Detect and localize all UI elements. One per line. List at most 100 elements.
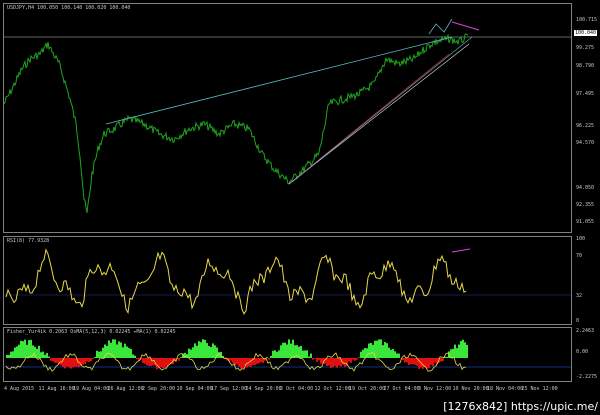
fisher-histogram-bar-negative [410, 358, 412, 365]
time-axis-label: 10 Nov 20:00 [452, 386, 489, 392]
fisher-histogram-bar-negative [240, 358, 242, 369]
time-axis-label: 4 Aug 2015 [4, 386, 35, 392]
fisher-histogram-bar-negative [338, 358, 340, 366]
fisher-histogram-bar-negative [52, 358, 54, 362]
fisher-histogram-bar-positive [286, 344, 288, 358]
fisher-histogram-bar-negative [142, 358, 144, 364]
time-axis-label: 26 Aug 12:00 [107, 386, 144, 392]
fisher-histogram-bar-positive [28, 340, 30, 358]
time-axis-label: 2 Sep 20:00 [142, 386, 176, 392]
fisher-histogram-bar-negative [148, 358, 150, 366]
fisher-histogram-bar-positive [96, 350, 98, 358]
fisher-histogram-bar-positive [388, 347, 390, 358]
fisher-histogram-bar-positive [18, 344, 20, 358]
price-axis-label: 94.050 [576, 185, 595, 191]
rsi-pane[interactable]: RSI(8) 77.9328 [3, 236, 572, 325]
fisher-histogram-bar-positive [24, 339, 26, 358]
rsi-axis-label: 70 [576, 253, 583, 259]
fisher-histogram-bar-negative [72, 358, 74, 368]
fisher-histogram-bar-positive [210, 346, 212, 358]
fisher-histogram-bar-negative [238, 358, 240, 367]
fisher-histogram-bar-positive [284, 342, 286, 358]
price-axis-label: 100.715 [576, 17, 598, 23]
time-axis-label: 17 Sep 12:00 [211, 386, 248, 392]
fisher-histogram-bar-negative [414, 358, 416, 365]
fisher-osma-pane[interactable]: Fisher_Yur4ik 0.2063 OsMA(5,12,3) 0.0224… [3, 327, 572, 382]
price-axis-label: 92.355 [576, 202, 595, 208]
fisher-histogram-bar-positive [446, 356, 448, 358]
fisher-histogram-bar-positive [462, 339, 464, 358]
fisher-histogram-bar-negative [242, 358, 244, 369]
fisher-histogram-bar-positive [118, 341, 120, 358]
fisher-histogram-bar-negative [166, 358, 168, 367]
fisher-histogram-bar-negative [236, 358, 238, 365]
fisher-histogram-bar-positive [282, 342, 284, 358]
fisher-histogram-bar-positive [114, 339, 116, 358]
fisher-histogram-bar-negative [136, 358, 138, 360]
fisher-histogram-bar-positive [454, 344, 456, 358]
fisher-histogram-bar-positive [30, 339, 32, 358]
zigzag-pattern [428, 18, 453, 35]
fisher-histogram-bar-negative [328, 358, 330, 366]
fisher-histogram-bar-negative [144, 358, 146, 364]
fisher-histogram-bar-negative [230, 358, 232, 361]
time-axis-label: 25 Nov 12:00 [521, 386, 558, 392]
fisher-histogram-bar-positive [196, 345, 198, 358]
rsi-chart-svg [4, 248, 571, 315]
fisher-histogram-bar-positive [288, 339, 290, 358]
watermark: [1276x842] https://upic.me/ [443, 400, 598, 413]
fisher-histogram-bar-positive [292, 339, 294, 358]
fisher-histogram-bar-negative [146, 358, 148, 366]
fisher-histogram-bar-positive [198, 341, 200, 358]
fisher-histogram-bar-positive [450, 349, 452, 358]
fisher-histogram-bar-negative [344, 358, 346, 367]
fisher-histogram-bar-negative [50, 358, 52, 361]
fisher-histogram-bar-positive [134, 355, 136, 358]
fisher-histogram-bar-negative [56, 358, 58, 363]
fisher-histogram-bar-positive [200, 342, 202, 358]
fisher-histogram-bar-negative [86, 358, 88, 362]
rsi-axis: 100 70 32 0 [574, 236, 600, 325]
rsi-axis-label: 32 [576, 293, 583, 299]
fisher-histogram-bar-positive [124, 343, 126, 358]
fisher-histogram-bar-positive [458, 344, 460, 358]
fisher-histogram-bar-negative [336, 358, 338, 368]
fisher-histogram-bar-negative [168, 358, 170, 365]
fisher-axis-label: 2.2463 [576, 328, 595, 334]
fisher-histogram-bar-negative [82, 358, 84, 365]
fisher-histogram-bar-negative [156, 358, 158, 370]
time-axis-label: 24 Sep 20:00 [245, 386, 282, 392]
fisher-histogram-bar-positive [278, 350, 280, 358]
fisher-histogram-bar-negative [352, 358, 354, 360]
fisher-histogram-bar-negative [334, 358, 336, 366]
price-line [4, 33, 469, 213]
fisher-histogram-bar-positive [36, 348, 38, 358]
fisher-histogram-bar-positive [396, 353, 398, 358]
fisher-histogram-bar-positive [128, 348, 130, 358]
fisher-histogram-bar-positive [194, 343, 196, 358]
fisher-histogram-bar-positive [130, 348, 132, 358]
fisher-histogram-bar-positive [180, 357, 182, 358]
fisher-histogram-bar-negative [66, 358, 68, 367]
fisher-histogram-bar-positive [108, 340, 110, 358]
fisher-histogram-bar-positive [206, 343, 208, 358]
price-chart-pane[interactable]: USDJPY,H4 100.050 100.140 100.020 100.04… [3, 3, 572, 233]
fisher-histogram-bar-positive [26, 344, 28, 358]
fisher-histogram-bar-negative [260, 358, 262, 363]
fisher-histogram-bar-positive [378, 339, 380, 358]
fisher-histogram-bar-positive [360, 351, 362, 358]
fisher-histogram-bar-positive [364, 348, 366, 358]
price-axis-label: 94.570 [576, 140, 595, 146]
fisher-histogram-bar-positive [126, 346, 128, 358]
fisher-histogram-bar-positive [300, 345, 302, 358]
price-axis-label: 97.495 [576, 91, 595, 97]
fisher-histogram-bar-positive [212, 343, 214, 358]
fisher-histogram-bar-negative [408, 358, 410, 366]
rsi-axis-label: 100 [576, 236, 586, 242]
fisher-histogram-bar-positive [16, 346, 18, 358]
price-axis-label: 99.275 [576, 45, 595, 51]
rsi-line [5, 248, 467, 315]
fisher-histogram-bar-positive [386, 343, 388, 358]
price-axis-label: 98.790 [576, 63, 595, 69]
rsi-axis-label: 0 [576, 318, 580, 324]
